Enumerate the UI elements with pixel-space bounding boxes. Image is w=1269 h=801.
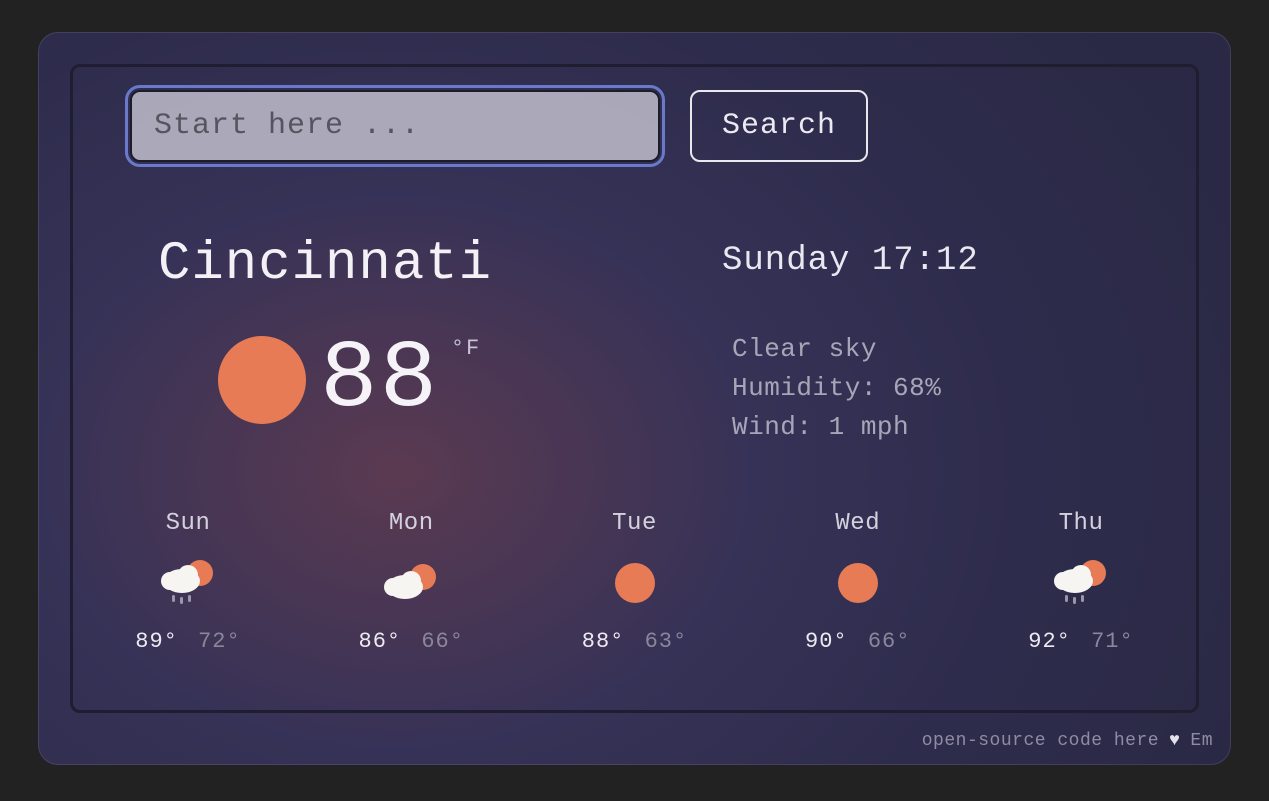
forecast-day-label: Tue bbox=[612, 510, 657, 537]
forecast-day: Sun 89° 72° bbox=[108, 510, 268, 654]
footer-author: Em bbox=[1190, 731, 1213, 751]
forecast-temps: 90° 66° bbox=[805, 629, 910, 654]
condition-wind: Wind: 1 mph bbox=[732, 408, 941, 447]
condition-humidity: Humidity: 68% bbox=[732, 369, 941, 408]
forecast-hi: 92° bbox=[1028, 629, 1071, 654]
current-datetime: Sunday 17:12 bbox=[722, 242, 979, 280]
temp-value: 88 bbox=[320, 325, 439, 434]
forecast-day: Tue 88° 63° bbox=[555, 510, 715, 654]
temp-unit: °F bbox=[451, 338, 481, 360]
forecast-temps: 92° 71° bbox=[1028, 629, 1133, 654]
forecast-hi: 90° bbox=[805, 629, 848, 654]
forecast-day-label: Thu bbox=[1059, 510, 1104, 537]
cloud-sun-icon bbox=[381, 555, 441, 611]
weather-panel: Search Cincinnati 88 °F Sunday 17:12 Cle… bbox=[38, 32, 1231, 765]
clear-sky-icon bbox=[834, 555, 882, 611]
footer: open-source code here ♥ Em bbox=[922, 731, 1213, 751]
forecast-day-label: Mon bbox=[389, 510, 434, 537]
forecast-temps: 89° 72° bbox=[135, 629, 240, 654]
forecast-day: Wed 90° 66° bbox=[778, 510, 938, 654]
forecast-hi: 86° bbox=[359, 629, 402, 654]
forecast-day-label: Wed bbox=[835, 510, 880, 537]
forecast-hi: 89° bbox=[135, 629, 178, 654]
search-button[interactable]: Search bbox=[690, 90, 868, 162]
forecast-lo: 71° bbox=[1091, 629, 1134, 654]
forecast-hi: 88° bbox=[582, 629, 625, 654]
city-name: Cincinnati bbox=[158, 234, 492, 295]
conditions-block: Clear sky Humidity: 68% Wind: 1 mph bbox=[732, 330, 941, 447]
footer-link[interactable]: open-source code here bbox=[922, 731, 1159, 751]
forecast-day: Mon 86° 66° bbox=[331, 510, 491, 654]
clear-sky-icon bbox=[611, 555, 659, 611]
cloud-sun-rain-icon bbox=[1051, 555, 1111, 611]
forecast-row: Sun 89° 72° Mon bbox=[108, 510, 1161, 654]
forecast-lo: 72° bbox=[198, 629, 241, 654]
forecast-lo: 66° bbox=[868, 629, 911, 654]
city-search-input[interactable] bbox=[130, 90, 660, 162]
condition-description: Clear sky bbox=[732, 330, 941, 369]
heart-icon: ♥ bbox=[1169, 731, 1180, 751]
forecast-lo: 63° bbox=[645, 629, 688, 654]
forecast-day: Thu 92° 71° bbox=[1001, 510, 1161, 654]
forecast-temps: 86° 66° bbox=[359, 629, 464, 654]
clear-sky-icon bbox=[218, 336, 306, 424]
forecast-temps: 88° 63° bbox=[582, 629, 687, 654]
cloud-sun-rain-icon bbox=[158, 555, 218, 611]
search-row: Search bbox=[130, 90, 868, 162]
current-conditions: 88 °F bbox=[218, 332, 439, 428]
forecast-lo: 66° bbox=[421, 629, 464, 654]
forecast-day-label: Sun bbox=[166, 510, 211, 537]
current-temperature: 88 °F bbox=[320, 332, 439, 428]
